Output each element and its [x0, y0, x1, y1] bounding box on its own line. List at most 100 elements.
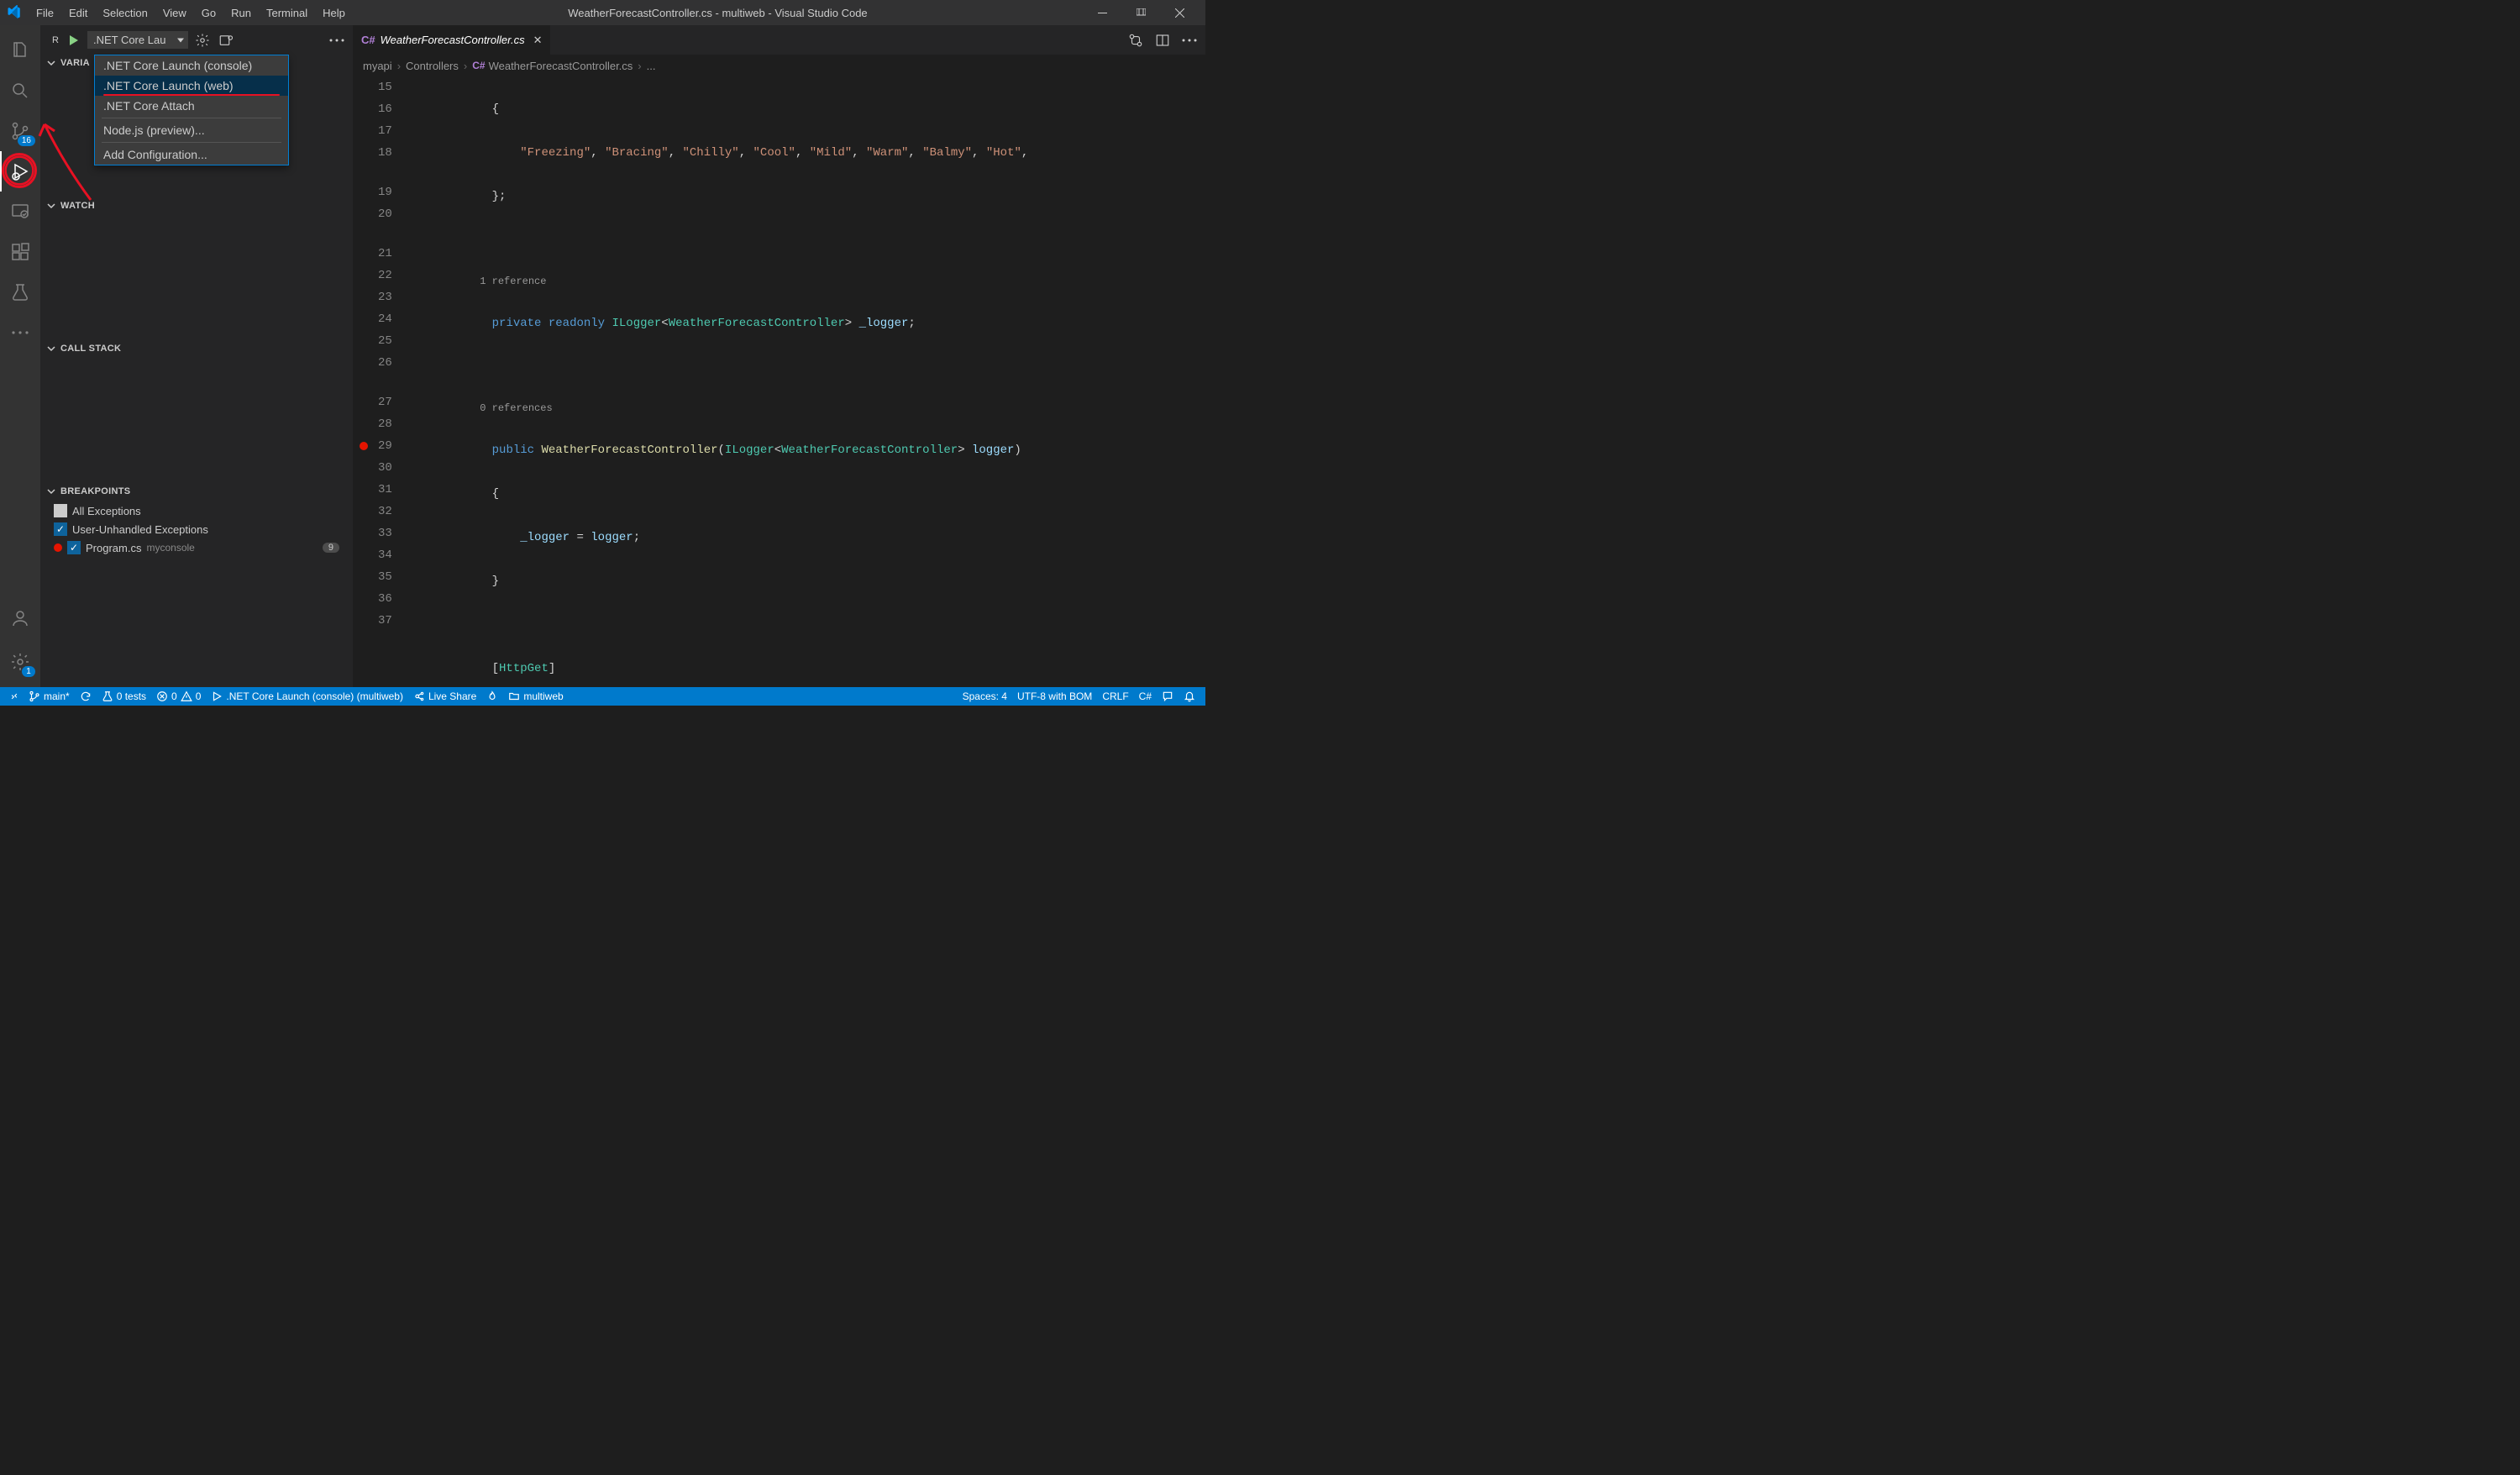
run-label: R [47, 35, 59, 45]
bp-source-label: myconsole [146, 542, 194, 554]
indentation[interactable]: Spaces: 4 [958, 690, 1012, 702]
codelens[interactable]: 0 references [480, 402, 552, 414]
language-mode[interactable]: C# [1134, 690, 1157, 702]
menu-edit[interactable]: Edit [61, 2, 95, 24]
bp-program-cs[interactable]: ✓ Program.cs myconsole 9 [40, 538, 353, 557]
git-branch[interactable]: main* [24, 687, 75, 706]
omnisharp-flame[interactable] [481, 687, 503, 706]
project-folder[interactable]: multiweb [503, 687, 568, 706]
extensions-icon[interactable] [0, 232, 40, 272]
feedback-icon[interactable] [1157, 690, 1179, 702]
live-share[interactable]: Live Share [408, 687, 481, 706]
csharp-file-icon: C# [472, 60, 485, 71]
menu-view[interactable]: View [155, 2, 194, 24]
code-content[interactable]: { "Freezing", "Bracing", "Chilly", "Cool… [407, 76, 1205, 687]
sidebar-more-icon[interactable] [328, 31, 346, 50]
menu-terminal[interactable]: Terminal [259, 2, 315, 24]
tab-title: WeatherForecastController.cs [381, 34, 525, 46]
accounts-icon[interactable] [0, 598, 40, 638]
codelens[interactable]: 1 reference [480, 276, 546, 287]
bc-file[interactable]: WeatherForecastController.cs [489, 60, 633, 72]
compare-changes-icon[interactable] [1128, 33, 1143, 48]
checkbox-checked-icon[interactable]: ✓ [67, 541, 81, 554]
close-button[interactable] [1160, 0, 1199, 25]
close-tab-button[interactable]: ✕ [530, 34, 543, 47]
callstack-label: CALL STACK [60, 344, 121, 354]
variables-label: VARIA [60, 58, 90, 68]
editor-tabs: C# WeatherForecastController.cs ✕ [353, 25, 1205, 55]
chevron-down-icon [45, 58, 57, 68]
chevron-down-icon [45, 486, 57, 496]
dropdown-item-console[interactable]: .NET Core Launch (console) [95, 55, 288, 76]
bc-folder[interactable]: myapi [363, 60, 392, 72]
bp-file-label: Program.cs [86, 542, 141, 554]
remote-indicator[interactable] [5, 687, 24, 706]
testing-icon[interactable] [0, 272, 40, 312]
debug-target[interactable]: .NET Core Launch (console) (multiweb) [206, 687, 408, 706]
search-icon[interactable] [0, 71, 40, 111]
menu-file[interactable]: File [29, 2, 61, 24]
dropdown-item-add-config[interactable]: Add Configuration... [95, 144, 288, 165]
split-editor-icon[interactable] [1155, 33, 1170, 48]
breadcrumb[interactable]: myapi › Controllers › C# WeatherForecast… [353, 55, 1205, 76]
breakpoints-section[interactable]: BREAKPOINTS [40, 483, 353, 500]
folder-label: multiweb [523, 690, 563, 702]
menu-help[interactable]: Help [315, 2, 353, 24]
dropdown-separator [102, 142, 281, 143]
dropdown-item-web-label: .NET Core Launch (web) [103, 79, 234, 92]
watch-label: WATCH [60, 201, 95, 211]
bc-folder[interactable]: Controllers [406, 60, 459, 72]
minimize-button[interactable] [1083, 0, 1121, 25]
tests-label: 0 tests [117, 690, 146, 702]
notifications-icon[interactable] [1179, 690, 1200, 702]
launch-label: .NET Core Launch (console) (multiweb) [226, 690, 403, 702]
eol[interactable]: CRLF [1097, 690, 1133, 702]
tests-status[interactable]: 0 tests [97, 687, 151, 706]
line-gutter: 15 16 17 18 19 20 21 22 23 24 25 26 27 2… [353, 76, 407, 687]
breakpoints-label: BREAKPOINTS [60, 486, 130, 496]
checkbox-unchecked-icon[interactable] [54, 504, 67, 517]
warn-count: 0 [196, 690, 202, 702]
dropdown-item-node[interactable]: Node.js (preview)... [95, 120, 288, 140]
encoding[interactable]: UTF-8 with BOM [1012, 690, 1097, 702]
callstack-section[interactable]: CALL STACK [40, 340, 353, 357]
editor-more-icon[interactable] [1182, 39, 1197, 42]
bp-user-unhandled[interactable]: ✓ User-Unhandled Exceptions [40, 520, 353, 538]
more-icon[interactable] [0, 312, 40, 353]
bc-symbol[interactable]: ... [647, 60, 656, 72]
checkbox-checked-icon[interactable]: ✓ [54, 522, 67, 536]
bp-all-exceptions[interactable]: All Exceptions [40, 501, 353, 520]
explorer-icon[interactable] [0, 30, 40, 71]
vscode-logo-icon [7, 5, 22, 20]
start-debug-button[interactable] [64, 31, 82, 50]
editor-group: C# WeatherForecastController.cs ✕ myapi … [353, 25, 1205, 687]
menu-run[interactable]: Run [223, 2, 259, 24]
menu-go[interactable]: Go [194, 2, 223, 24]
menu-selection[interactable]: Selection [95, 2, 155, 24]
watch-section[interactable]: WATCH [40, 197, 353, 214]
run-debug-icon[interactable] [0, 151, 40, 192]
bp-user-label: User-Unhandled Exceptions [72, 523, 208, 536]
source-control-icon[interactable]: 16 [0, 111, 40, 151]
launch-config-dropdown[interactable]: .NET Core Launch (console) .NET Core Lau… [94, 55, 289, 165]
open-launch-json-icon[interactable] [193, 31, 212, 50]
chevron-down-icon [45, 201, 57, 211]
launch-config-select[interactable]: .NET Core Lau [87, 31, 188, 49]
remote-explorer-icon[interactable] [0, 192, 40, 232]
maximize-button[interactable] [1121, 0, 1160, 25]
editor-tab-active[interactable]: C# WeatherForecastController.cs ✕ [353, 25, 551, 55]
dropdown-item-attach[interactable]: .NET Core Attach [95, 96, 288, 116]
problems-status[interactable]: 0 0 [151, 687, 206, 706]
sync-button[interactable] [75, 687, 97, 706]
debug-console-icon[interactable] [217, 31, 235, 50]
bp-all-label: All Exceptions [72, 505, 141, 517]
error-count: 0 [171, 690, 177, 702]
window-title: WeatherForecastController.cs - multiweb … [353, 7, 1083, 19]
dropdown-item-web[interactable]: .NET Core Launch (web) [95, 76, 288, 96]
breakpoint-dot-icon[interactable] [360, 442, 368, 450]
scm-badge: 16 [18, 135, 35, 146]
settings-gear-icon[interactable]: 1 [0, 642, 40, 682]
breakpoint-dot-icon [54, 543, 62, 552]
code-editor[interactable]: 15 16 17 18 19 20 21 22 23 24 25 26 27 2… [353, 76, 1205, 687]
menu-bar: File Edit Selection View Go Run Terminal… [29, 2, 353, 24]
